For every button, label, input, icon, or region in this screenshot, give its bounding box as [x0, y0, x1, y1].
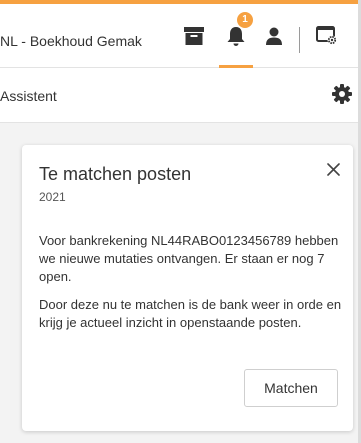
close-icon [326, 163, 340, 181]
card-message-benefit: Door deze nu te matchen is de bank weer … [39, 297, 342, 330]
assistant-title: Assistent [0, 88, 57, 104]
card-title: Te matchen posten [39, 164, 192, 184]
notifications-button[interactable]: 1 [219, 4, 253, 68]
assistant-settings-button[interactable] [330, 83, 354, 109]
card-message-bank: Voor bankrekening NL44RABO0123456789 heb… [39, 233, 339, 284]
user-icon [266, 27, 282, 45]
archive-icon [184, 26, 204, 45]
assistant-header: Assistent [0, 68, 358, 123]
top-navigation-bar: NL - Boekhoud Gemak 1 [0, 0, 361, 68]
notification-count-badge: 1 [237, 12, 253, 28]
card-close-button[interactable] [324, 163, 342, 181]
assistant-panel-screen: NL - Boekhoud Gemak 1 Assistent Te match… [0, 0, 361, 443]
matching-task-card: Te matchen posten 2021 Voor bankrekening… [22, 145, 353, 431]
screen-settings-icon [316, 25, 338, 46]
organization-name[interactable]: NL - Boekhoud Gemak [0, 33, 142, 49]
match-button[interactable]: Matchen [244, 369, 338, 407]
archive-button[interactable] [179, 4, 209, 67]
screen-settings-button[interactable] [310, 4, 344, 67]
user-profile-button[interactable] [261, 4, 287, 67]
gear-icon [332, 83, 352, 109]
toolbar-divider [299, 27, 300, 53]
card-year: 2021 [39, 190, 66, 204]
